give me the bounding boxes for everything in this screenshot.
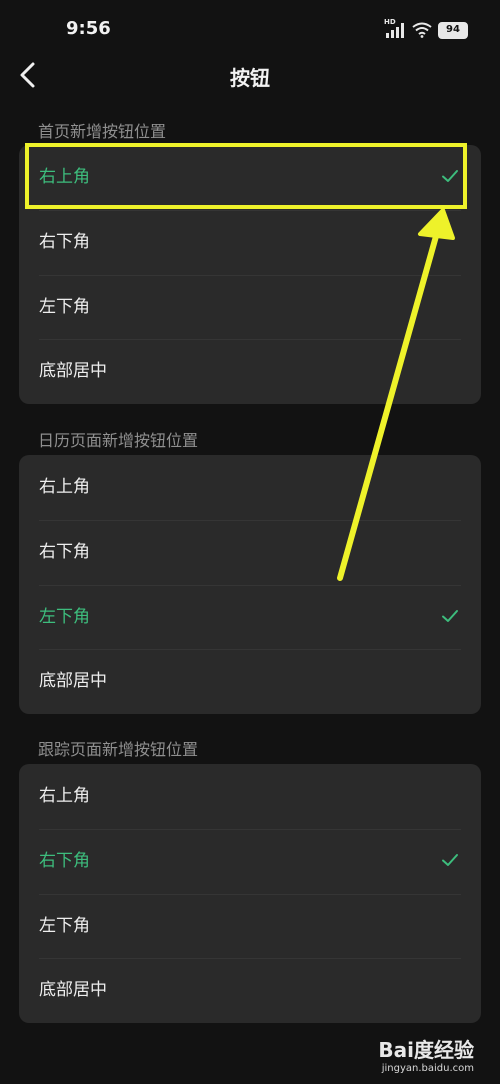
signal-icon: HD [384, 18, 406, 38]
page-title: 按钮 [230, 66, 270, 90]
watermark: Bai度经验 jingyan.baidu.com [378, 1034, 474, 1074]
option-top-right[interactable]: 右上角 [19, 455, 481, 520]
option-bottom-left[interactable]: 左下角 [19, 893, 481, 959]
battery-level: 94 [446, 24, 460, 35]
option-label: 右下角 [39, 231, 90, 252]
check-icon [442, 853, 458, 866]
option-bottom-left[interactable]: 左下角 [19, 584, 481, 650]
status-bar: 9:56 HD 94 [0, 0, 500, 56]
option-bottom-center[interactable]: 底部居中 [19, 649, 481, 714]
option-label: 底部居中 [39, 361, 107, 382]
network-label: HD [384, 18, 396, 26]
watermark-logo: Bai度经验 [378, 1038, 474, 1062]
section-header-home: 首页新增按钮位置 [38, 122, 167, 141]
option-bottom-center[interactable]: 底部居中 [19, 339, 481, 404]
option-label: 右上角 [39, 786, 90, 806]
annotation-highlight-box [25, 143, 467, 209]
check-icon [442, 609, 458, 622]
option-label: 左下角 [39, 606, 90, 627]
option-bottom-right[interactable]: 右下角 [19, 828, 481, 894]
option-label: 右下角 [39, 541, 90, 562]
section-header-tracking: 跟踪页面新增按钮位置 [38, 740, 199, 759]
option-bottom-center[interactable]: 底部居中 [19, 958, 481, 1023]
option-top-right[interactable]: 右上角 [19, 764, 481, 829]
option-label: 底部居中 [39, 671, 107, 692]
option-label: 右上角 [39, 477, 90, 497]
section-header-calendar: 日历页面新增按钮位置 [38, 431, 199, 450]
watermark-url: jingyan.baidu.com [381, 1063, 474, 1074]
nav-bar: 按钮 [0, 56, 500, 96]
option-label: 底部居中 [39, 980, 107, 1001]
battery-icon: 94 [438, 21, 468, 39]
option-group-tracking: 右上角 右下角 左下角 底部居中 [19, 764, 481, 1023]
option-bottom-right[interactable]: 右下角 [19, 209, 481, 275]
option-bottom-right[interactable]: 右下角 [19, 519, 481, 585]
option-label: 右下角 [39, 850, 90, 871]
status-time: 9:56 [66, 18, 111, 39]
option-group-calendar: 右上角 右下角 左下角 底部居中 [19, 455, 481, 714]
status-icons: HD 94 [384, 18, 468, 40]
option-bottom-left[interactable]: 左下角 [19, 274, 481, 340]
option-label: 左下角 [39, 915, 90, 936]
wifi-icon [412, 22, 432, 38]
option-label: 左下角 [39, 296, 90, 317]
